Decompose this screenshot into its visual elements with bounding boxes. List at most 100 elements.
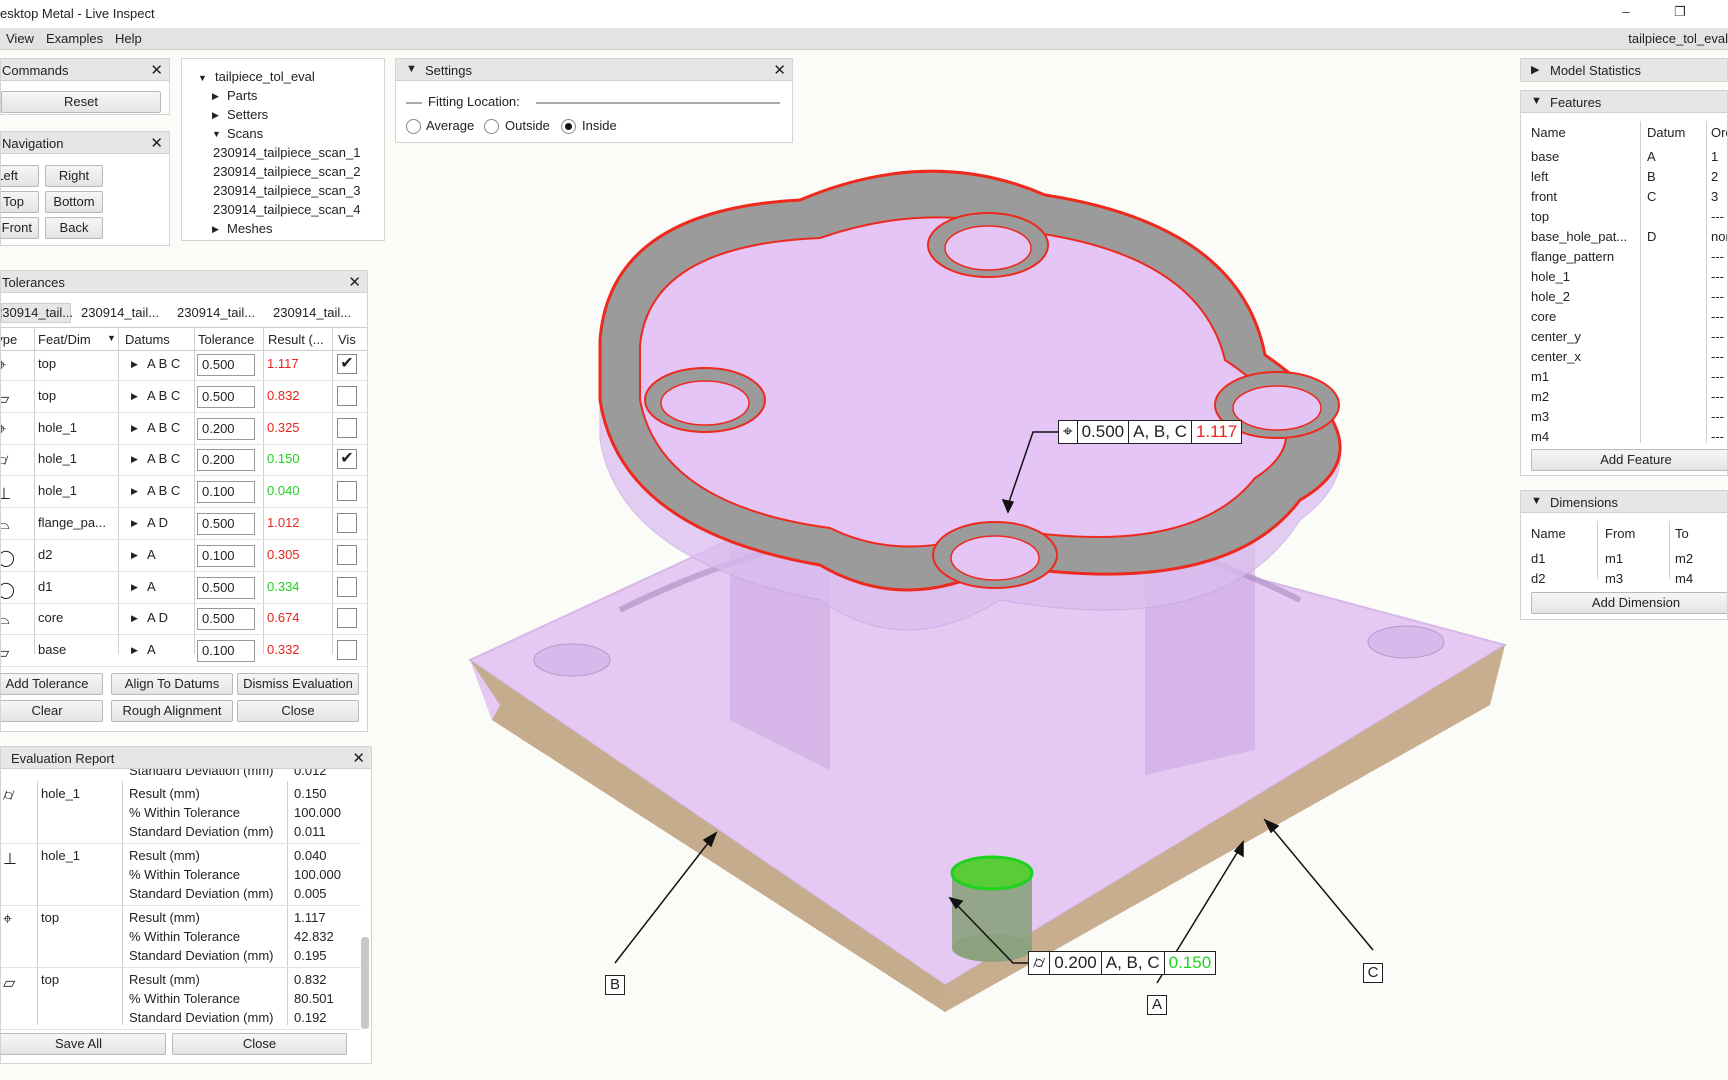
expanded-icon[interactable]: ▼ bbox=[198, 73, 207, 83]
dismiss-evaluation-button[interactable]: Dismiss Evaluation bbox=[237, 673, 359, 695]
close-icon[interactable]: ✕ bbox=[352, 749, 365, 767]
nav-bottom-button[interactable]: Bottom bbox=[45, 191, 103, 213]
callout-cylindricity-hole[interactable]: ⌭ 0.200 A, B, C 0.150 bbox=[1028, 951, 1217, 975]
viewport-3d[interactable] bbox=[380, 50, 1520, 1080]
tolerance-feature[interactable]: base bbox=[38, 642, 66, 657]
nav-left-button[interactable]: Left bbox=[1, 165, 39, 187]
feature-order[interactable]: 2 bbox=[1711, 169, 1718, 184]
tolerance-value-input[interactable]: 0.200 bbox=[197, 417, 255, 440]
add-tolerance-button[interactable]: Add Tolerance bbox=[1, 673, 103, 695]
tree-scans[interactable]: Scans bbox=[227, 126, 263, 141]
tolerance-feature[interactable]: hole_1 bbox=[38, 420, 77, 435]
tolerance-value-input[interactable]: 0.200 bbox=[197, 449, 255, 472]
feature-name[interactable]: m1 bbox=[1531, 369, 1549, 384]
close-icon[interactable]: ✕ bbox=[150, 134, 163, 152]
radio-average-label[interactable]: Average bbox=[426, 118, 474, 133]
feature-name[interactable]: left bbox=[1531, 169, 1548, 184]
expand-datums-icon[interactable]: ▶ bbox=[131, 391, 138, 402]
feature-name[interactable]: base bbox=[1531, 149, 1559, 164]
feature-order[interactable]: --- bbox=[1711, 429, 1724, 444]
feature-order[interactable]: --- bbox=[1711, 289, 1724, 304]
close-tolerances-button[interactable]: Close bbox=[237, 700, 359, 722]
collapsed-icon[interactable]: ▶ bbox=[1531, 63, 1539, 76]
tolerance-feature[interactable]: hole_1 bbox=[38, 483, 77, 498]
dimension-name[interactable]: d2 bbox=[1531, 571, 1545, 586]
nav-back-button[interactable]: Back bbox=[45, 217, 103, 239]
features-header[interactable]: ▼ Features bbox=[1521, 91, 1727, 113]
tab-scan-4[interactable]: 230914_tail... bbox=[273, 305, 351, 320]
feature-datum[interactable]: C bbox=[1647, 189, 1656, 204]
feature-name[interactable]: base_hole_pat... bbox=[1531, 229, 1627, 244]
visibility-checkbox[interactable] bbox=[337, 513, 357, 533]
feature-order[interactable]: --- bbox=[1711, 269, 1724, 284]
dimension-from[interactable]: m3 bbox=[1605, 571, 1623, 586]
nav-front-button[interactable]: Front bbox=[1, 217, 39, 239]
visibility-checkbox[interactable] bbox=[337, 576, 357, 597]
tree-meshes[interactable]: Meshes bbox=[227, 221, 273, 236]
tolerance-feature[interactable]: flange_pa... bbox=[38, 515, 106, 530]
close-icon[interactable]: ✕ bbox=[150, 61, 163, 79]
feature-order[interactable]: --- bbox=[1711, 409, 1724, 424]
datum-tag-c[interactable]: C bbox=[1363, 963, 1383, 983]
model-statistics-header[interactable]: ▶ Model Statistics bbox=[1521, 59, 1727, 81]
radio-inside-label[interactable]: Inside bbox=[582, 118, 617, 133]
radio-inside[interactable] bbox=[561, 119, 576, 134]
collapsed-icon[interactable]: ▶ bbox=[212, 91, 219, 102]
datum-tag-b[interactable]: B bbox=[605, 975, 625, 995]
dimensions-header[interactable]: ▼ Dimensions bbox=[1521, 491, 1727, 513]
expanded-icon[interactable]: ▼ bbox=[212, 129, 221, 139]
tree-scan-item[interactable]: 230914_tailpiece_scan_1 bbox=[213, 145, 360, 160]
tree-scan-item[interactable]: 230914_tailpiece_scan_2 bbox=[213, 164, 360, 179]
add-dimension-button[interactable]: Add Dimension bbox=[1531, 592, 1727, 614]
feature-name[interactable]: m2 bbox=[1531, 389, 1549, 404]
visibility-checkbox[interactable] bbox=[337, 385, 357, 406]
feature-order[interactable]: --- bbox=[1711, 249, 1724, 264]
tab-scan-2[interactable]: 230914_tail... bbox=[81, 305, 159, 320]
rough-alignment-button[interactable]: Rough Alignment bbox=[111, 700, 233, 722]
feature-order[interactable]: --- bbox=[1711, 389, 1724, 404]
feature-datum[interactable]: B bbox=[1647, 169, 1656, 184]
feature-name[interactable]: center_y bbox=[1531, 329, 1581, 344]
feature-name[interactable]: m3 bbox=[1531, 409, 1549, 424]
tolerance-feature[interactable]: core bbox=[38, 610, 63, 625]
tab-scan-1-label[interactable]: 230914_tail... bbox=[1, 305, 73, 320]
feature-order[interactable]: --- bbox=[1711, 329, 1724, 344]
nav-top-button[interactable]: Top bbox=[1, 191, 39, 213]
dimension-to[interactable]: m2 bbox=[1675, 551, 1693, 566]
callout-position-top[interactable]: ⌖ 0.500 A, B, C 1.117 bbox=[1058, 420, 1243, 444]
visibility-checkbox[interactable]: ✔ bbox=[337, 354, 357, 374]
tolerance-value-input[interactable]: 0.500 bbox=[197, 576, 255, 599]
reset-button[interactable]: Reset bbox=[1, 91, 161, 113]
close-icon[interactable]: ✕ bbox=[773, 61, 786, 79]
save-all-button[interactable]: Save All bbox=[1, 1033, 166, 1055]
tree-parts[interactable]: Parts bbox=[227, 88, 257, 103]
expand-datums-icon[interactable]: ▶ bbox=[131, 423, 138, 434]
collapsed-icon[interactable]: ▶ bbox=[212, 224, 219, 235]
tree-root[interactable]: tailpiece_tol_eval bbox=[215, 69, 315, 84]
tolerance-feature[interactable]: top bbox=[38, 356, 56, 371]
tolerance-value-input[interactable]: 0.100 bbox=[197, 481, 255, 504]
visibility-checkbox[interactable] bbox=[337, 417, 357, 438]
feature-name[interactable]: hole_1 bbox=[1531, 269, 1570, 284]
minimize-icon[interactable]: – bbox=[1616, 4, 1636, 22]
close-icon[interactable]: ✕ bbox=[348, 273, 361, 291]
dimension-to[interactable]: m4 bbox=[1675, 571, 1693, 586]
feature-datum[interactable]: A bbox=[1647, 149, 1656, 164]
visibility-checkbox[interactable] bbox=[337, 544, 357, 565]
menu-examples[interactable]: Examples bbox=[46, 31, 103, 46]
nav-right-button[interactable]: Right bbox=[45, 165, 103, 187]
restore-icon[interactable]: ❐ bbox=[1670, 4, 1690, 22]
feature-datum[interactable]: D bbox=[1647, 229, 1656, 244]
feature-name[interactable]: m4 bbox=[1531, 429, 1549, 444]
visibility-checkbox[interactable] bbox=[337, 608, 357, 629]
tolerance-value-input[interactable]: 0.500 bbox=[197, 354, 255, 376]
feature-order[interactable]: 1 bbox=[1711, 149, 1718, 164]
collapsed-icon[interactable]: ▶ bbox=[212, 110, 219, 121]
tolerance-value-input[interactable]: 0.500 bbox=[197, 385, 255, 408]
tolerance-value-input[interactable]: 0.100 bbox=[197, 544, 255, 567]
menu-view[interactable]: View bbox=[6, 31, 34, 46]
feature-order[interactable]: non bbox=[1711, 229, 1727, 244]
feature-order[interactable]: --- bbox=[1711, 209, 1724, 224]
tree-setters[interactable]: Setters bbox=[227, 107, 268, 122]
expand-datums-icon[interactable]: ▶ bbox=[131, 359, 138, 370]
